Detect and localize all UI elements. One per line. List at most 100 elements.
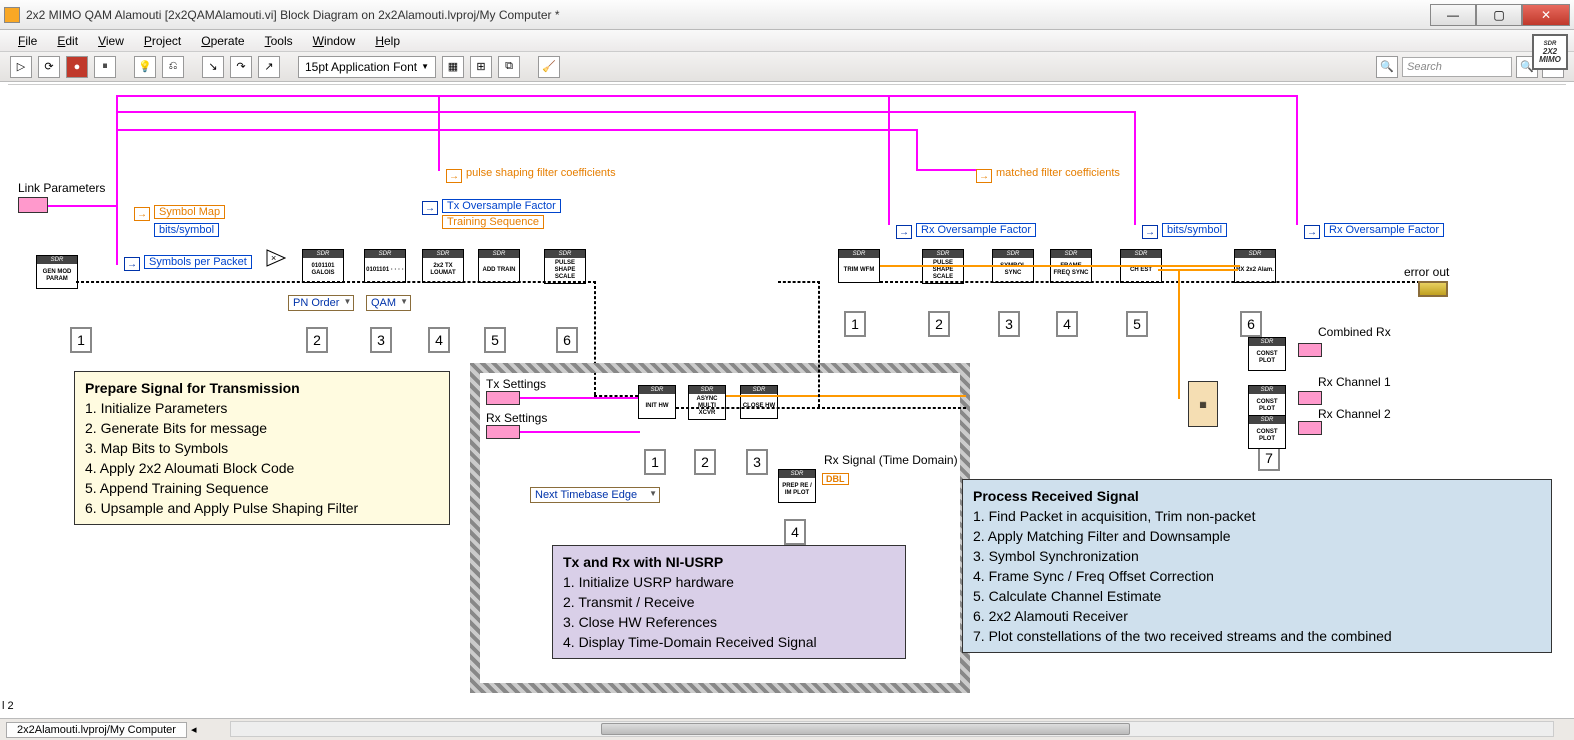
run-button[interactable]: ▷	[10, 56, 32, 78]
symbol-map-label: Symbol Map	[154, 205, 225, 219]
unbundle-arrow-3: →	[422, 201, 438, 215]
process-panel: Process Received Signal 1. Find Packet i…	[962, 479, 1552, 653]
badge-tx-1: 1	[70, 327, 92, 353]
sdr-galois[interactable]: SDR0101101 GALOIS	[302, 249, 344, 283]
h-scrollbar[interactable]	[230, 721, 1554, 737]
matched-coef-label: matched filter coefficients	[996, 167, 1120, 179]
app-icon	[4, 7, 20, 23]
menubar: File Edit View Project Operate Tools Win…	[0, 30, 1574, 52]
reorder-button[interactable]: ⧉	[498, 56, 520, 78]
rx-signal-label: Rx Signal (Time Domain)	[824, 453, 958, 467]
unbundle-rx-ov2: →	[1304, 225, 1320, 239]
menu-help[interactable]: Help	[367, 32, 408, 50]
step-out-button[interactable]: ↗	[258, 56, 280, 78]
badge-tx-6: 6	[556, 327, 578, 353]
maximize-button[interactable]: ▢	[1476, 4, 1522, 26]
run-cont-button[interactable]: ⟳	[38, 56, 60, 78]
multiply-node[interactable]: ×	[266, 249, 286, 267]
sdr-init-hw[interactable]: SDRINIT HW	[638, 385, 676, 419]
clip-label: l 2	[2, 700, 14, 712]
block-diagram-canvas[interactable]: Link Parameters → Symbol Map bits/symbol…	[8, 84, 1566, 714]
symbols-per-packet-label: Symbols per Packet	[144, 255, 252, 269]
sdr-add-train[interactable]: SDRADD TRAIN	[478, 249, 520, 283]
bits-symbol2-label: bits/symbol	[1162, 223, 1227, 237]
rx-settings-label: Rx Settings	[486, 411, 547, 425]
rx-ch2-label: Rx Channel 2	[1318, 407, 1391, 421]
sdr-tx-aloumati[interactable]: SDR2x2 TX LOUMAT	[422, 249, 464, 283]
menu-tools[interactable]: Tools	[257, 32, 301, 50]
menu-view[interactable]: View	[90, 32, 132, 50]
sdr-const-plot-3[interactable]: SDRCONST PLOT	[1248, 415, 1286, 449]
dbl-indicator[interactable]: DBL	[822, 473, 849, 485]
search-icon[interactable]: 🔍	[1376, 56, 1398, 78]
badge-tx-2: 2	[306, 327, 328, 353]
sdr-qam-map[interactable]: SDR0101101 · · · ·	[364, 249, 406, 283]
rx-ch1-label: Rx Channel 1	[1318, 375, 1391, 389]
badge-rx-2: 2	[928, 311, 950, 337]
badge-tx-4: 4	[428, 327, 450, 353]
svg-text:×: ×	[271, 253, 276, 263]
badge-rx-4: 4	[1056, 311, 1078, 337]
combined-rx-terminal[interactable]	[1298, 343, 1322, 357]
badge-tx-5: 5	[484, 327, 506, 353]
sdr-gen-mod-param[interactable]: SDRGEN MOD PARAM	[36, 255, 78, 289]
menu-file[interactable]: File	[10, 32, 45, 50]
cleanup-button[interactable]: 🧹	[538, 56, 560, 78]
menu-window[interactable]: Window	[305, 32, 364, 50]
rx-ch1-terminal[interactable]	[1298, 391, 1322, 405]
badge-hw-1: 1	[644, 449, 666, 475]
toolbar: ▷ ⟳ ● ⏸ 💡 ⎌ ↘ ↷ ↗ 15pt Application Font▼…	[0, 52, 1574, 82]
align-button[interactable]: ▦	[442, 56, 464, 78]
badge-tx-3: 3	[370, 327, 392, 353]
rx-oversample2-label: Rx Oversample Factor	[1324, 223, 1444, 237]
abort-button[interactable]: ●	[66, 56, 88, 78]
badge-hw-4: 4	[784, 519, 806, 545]
usrp-panel: Tx and Rx with NI-USRP 1. Initialize USR…	[552, 545, 906, 659]
statusbar: 2x2Alamouti.lvproj/My Computer ◂	[0, 718, 1574, 740]
font-select[interactable]: 15pt Application Font▼	[298, 56, 436, 78]
error-out-terminal[interactable]	[1418, 281, 1448, 297]
sdr-pulse-shape[interactable]: SDRPULSE SHAPE SCALE	[544, 249, 586, 284]
sdr-prep-plot[interactable]: SDRPREP RE / IM PLOT	[778, 469, 816, 503]
badge-rx-6: 6	[1240, 311, 1262, 337]
link-parameters-label: Link Parameters	[18, 181, 105, 195]
sdr-const-plot-2[interactable]: SDRCONST PLOT	[1248, 385, 1286, 419]
link-parameters-terminal[interactable]	[18, 197, 48, 213]
window-title: 2x2 MIMO QAM Alamouti [2x2QAMAlamouti.vi…	[26, 8, 1430, 22]
badge-rx-1: 1	[844, 311, 866, 337]
pn-order-dropdown[interactable]: PN Order	[288, 295, 354, 311]
project-tab[interactable]: 2x2Alamouti.lvproj/My Computer	[6, 722, 187, 738]
pause-button[interactable]: ⏸	[94, 56, 116, 78]
menu-edit[interactable]: Edit	[49, 32, 86, 50]
menu-operate[interactable]: Operate	[193, 32, 252, 50]
sdr-const-plot-1[interactable]: SDRCONST PLOT	[1248, 337, 1286, 371]
retain-wire-button[interactable]: ⎌	[162, 56, 184, 78]
tx-settings-terminal[interactable]	[486, 391, 520, 405]
sdr-close-hw[interactable]: SDRCLOSE HW	[740, 385, 778, 419]
qam-dropdown[interactable]: QAM	[366, 295, 411, 311]
sdr-async-xcvr[interactable]: SDRASYNC MULTI XCVR	[688, 385, 726, 420]
pulse-coef-label: pulse shaping filter coefficients	[466, 167, 616, 179]
rx-settings-terminal[interactable]	[486, 425, 520, 439]
index-array-node[interactable]: ▦	[1188, 381, 1218, 427]
step-into-button[interactable]: ↘	[202, 56, 224, 78]
distribute-button[interactable]: ⊞	[470, 56, 492, 78]
sdr-rx-alamouti[interactable]: SDRRX 2x2 Alam.	[1234, 249, 1276, 283]
menu-project[interactable]: Project	[136, 32, 189, 50]
badge-rx-3: 3	[998, 311, 1020, 337]
timebase-dropdown[interactable]: Next Timebase Edge	[530, 487, 660, 503]
vi-icon[interactable]: SDR 2X2 MIMO	[1532, 34, 1568, 70]
bits-symbol-label: bits/symbol	[154, 223, 219, 237]
close-button[interactable]: ✕	[1522, 4, 1570, 26]
unbundle-arrow-2: →	[124, 257, 140, 271]
highlight-exec-button[interactable]: 💡	[134, 56, 156, 78]
badge-hw-2: 2	[694, 449, 716, 475]
search-input[interactable]: Search	[1402, 57, 1512, 77]
unbundle-arrow-matched: →	[976, 169, 992, 183]
rx-ch2-terminal[interactable]	[1298, 421, 1322, 435]
sdr-trim[interactable]: SDRTRIM WFM	[838, 249, 880, 283]
minimize-button[interactable]: —	[1430, 4, 1476, 26]
step-over-button[interactable]: ↷	[230, 56, 252, 78]
unbundle-arrow-1: →	[134, 207, 150, 221]
prepare-panel: Prepare Signal for Transmission 1. Initi…	[74, 371, 450, 525]
